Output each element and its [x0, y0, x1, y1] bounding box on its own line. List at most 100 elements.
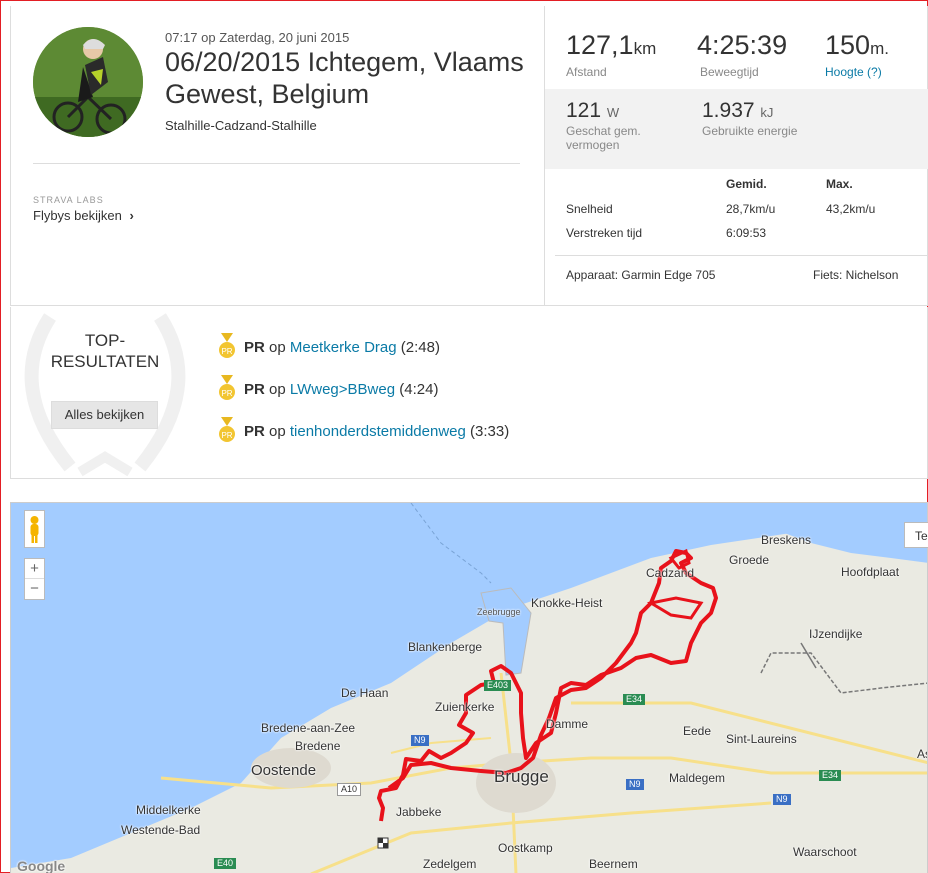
power-value: 121	[566, 99, 602, 122]
divider	[33, 163, 520, 164]
pr-prefix: op	[269, 338, 286, 356]
pr-medal-icon: PR	[218, 417, 236, 447]
power-unit: W	[606, 105, 620, 120]
pr-badge: PR	[244, 422, 265, 440]
energy-label: Gebruikte energie	[702, 124, 798, 138]
flybys-link[interactable]: Flybys bekijken ›	[33, 208, 134, 223]
segment-link[interactable]: tienhonderdstemiddenweg	[290, 423, 466, 440]
place-label: Brugge	[494, 767, 549, 786]
elapsed-label: Verstreken tijd	[566, 226, 643, 240]
stats-divider	[555, 255, 928, 256]
road-shield: N9	[773, 794, 791, 805]
place-label: Zedelgem	[423, 857, 477, 871]
col-max-header: Max.	[826, 177, 853, 191]
road-shield: E34	[623, 694, 646, 705]
pr-prefix: op	[269, 380, 286, 398]
place-label: Cadzand	[646, 566, 695, 580]
moving-time-label: Beweegtijd	[700, 65, 759, 79]
moving-time-value: 4:25:39	[697, 30, 788, 60]
elevation-help-link[interactable]: Hoogte (?)	[825, 65, 882, 79]
place-label: Maldegem	[669, 771, 726, 785]
place-label: IJzendijke	[809, 627, 863, 641]
place-label: Sint-Laureins	[726, 732, 797, 746]
pr-prefix: op	[269, 422, 286, 440]
place-label: Bredene	[295, 739, 341, 753]
place-label: Eede	[683, 724, 712, 738]
pr-badge: PR	[244, 338, 265, 356]
energy-value: 1.937	[702, 99, 755, 122]
strava-labs-label: STRAVA LABS	[33, 195, 104, 205]
place-label: Damme	[546, 717, 589, 731]
pr-medal-icon: PR	[218, 333, 236, 363]
zoom-control: + −	[24, 558, 45, 600]
map-type-button[interactable]: Te	[904, 522, 928, 548]
place-label: Hoofdplaat	[841, 565, 900, 579]
stats-panel: 127,1km Afstand 4:25:39 Beweegtijd 150m.…	[544, 6, 928, 306]
google-logo: Google	[17, 858, 66, 873]
place-label: Zuienkerke	[435, 700, 495, 714]
power-stat: 121 W	[566, 99, 619, 123]
zoom-out-button[interactable]: −	[25, 579, 44, 598]
speed-max: 43,2km/u	[826, 202, 876, 216]
place-label: Knokke-Heist	[531, 596, 603, 610]
zoom-in-button[interactable]: +	[25, 559, 44, 579]
route-map[interactable]: Breskens Groede Hoofdplaat Cadzand Knokk…	[10, 502, 928, 873]
road-shield: N9	[626, 779, 644, 790]
pr-time: (2:48)	[400, 338, 440, 356]
pr-item: PR PR op Meetkerke Drag (2:48)	[218, 333, 440, 363]
elapsed-value: 6:09:53	[726, 226, 767, 240]
elevation-stat: 150m.	[825, 30, 889, 61]
energy-stat: 1.937 kJ	[702, 99, 773, 123]
speed-avg: 28,7km/u	[726, 202, 776, 216]
flybys-label: Flybys bekijken	[33, 208, 122, 223]
place-label: Oostkamp	[498, 841, 553, 855]
moving-time-stat: 4:25:39	[697, 30, 787, 61]
elevation-value: 150	[825, 30, 871, 60]
athlete-avatar[interactable]	[33, 27, 143, 137]
distance-stat: 127,1km	[566, 30, 656, 61]
distance-value: 127,1	[566, 30, 634, 60]
road-shield: E40	[214, 858, 237, 869]
place-label: Breskens	[761, 533, 812, 547]
place-label: Zeebrugge	[477, 607, 521, 617]
view-all-button[interactable]: Alles bekijken	[51, 401, 158, 429]
energy-unit: kJ	[760, 105, 774, 120]
place-label: Beernem	[589, 857, 638, 871]
bike-info: Fiets: Nichelson	[813, 268, 899, 282]
place-label: Blankenberge	[408, 640, 483, 654]
pr-time: (4:24)	[399, 380, 439, 398]
map-canvas	[11, 503, 927, 873]
speed-label: Snelheid	[566, 202, 613, 216]
segment-link[interactable]: Meetkerke Drag	[290, 339, 397, 356]
device-info: Apparaat: Garmin Edge 705	[566, 268, 716, 282]
col-avg-header: Gemid.	[726, 177, 767, 191]
pr-item: PR PR op LWweg>BBweg (4:24)	[218, 375, 438, 405]
svg-text:PR: PR	[221, 389, 232, 398]
top-results-title: TOP-RESULTATEN	[50, 331, 160, 371]
svg-text:PR: PR	[221, 347, 232, 356]
road-shield: E34	[819, 770, 842, 781]
segment-link[interactable]: LWweg>BBweg	[290, 381, 395, 398]
pr-item: PR PR op tienhonderdstemiddenweg (3:33)	[218, 417, 509, 447]
elevation-unit: m.	[870, 39, 889, 58]
place-label: De Haan	[341, 686, 389, 700]
place-label: Oostende	[251, 762, 317, 779]
svg-text:PR: PR	[221, 431, 232, 440]
place-label: As	[917, 747, 927, 761]
place-label: Middelkerke	[136, 803, 201, 817]
pr-medal-icon: PR	[218, 375, 236, 405]
road-shield: E403	[484, 680, 512, 691]
road-shield: A10	[337, 783, 362, 796]
chevron-right-icon: ›	[129, 208, 134, 223]
pr-time: (3:33)	[470, 422, 510, 440]
place-label: Waarschoot	[793, 845, 857, 859]
activity-title: 06/20/2015 Ichtegem, Vlaams Gewest, Belg…	[165, 47, 524, 109]
place-label: Groede	[729, 553, 770, 567]
activity-description: Stalhille-Cadzand-Stalhille	[165, 118, 317, 133]
place-label: Bredene-aan-Zee	[261, 721, 356, 735]
distance-label: Afstand	[566, 65, 607, 79]
activity-datetime: 07:17 op Zaterdag, 20 juni 2015	[165, 30, 350, 45]
street-view-pegman-icon[interactable]	[24, 510, 45, 548]
place-label: Westende-Bad	[121, 823, 201, 837]
road-shield: N9	[411, 735, 429, 746]
